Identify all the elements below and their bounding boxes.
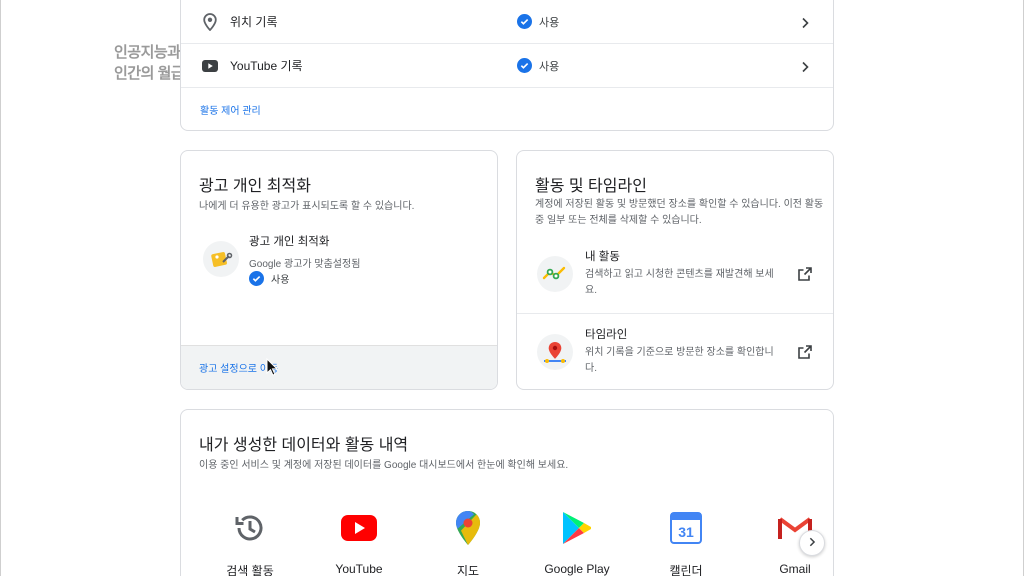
chevron-right-icon[interactable] xyxy=(799,16,811,28)
service-calendar[interactable]: 31 캘린더 xyxy=(641,510,731,576)
history-row-location[interactable]: 위치 기록 사용 xyxy=(181,0,833,44)
card-title: 내가 생성한 데이터와 활동 내역 xyxy=(199,437,409,454)
service-label: Gmail xyxy=(779,562,811,576)
ads-item-title: 광고 개인 최적화 xyxy=(249,236,330,248)
service-label: 검색 활동 xyxy=(226,564,274,576)
watermark-line-1: 인공지능과 xyxy=(114,44,181,61)
service-google-play[interactable]: Google Play xyxy=(532,510,622,576)
maps-icon xyxy=(450,510,486,546)
service-label: 캘린더 xyxy=(669,564,703,576)
mouse-pointer-icon xyxy=(266,357,279,381)
scroll-next-button[interactable] xyxy=(799,530,825,556)
left-frame-edge xyxy=(0,0,1,576)
ads-item-description: Google 광고가 맞춤설정됨 xyxy=(249,259,361,270)
activity-item-description: 위치 기록을 기준으로 방문한 장소를 확인합니다. xyxy=(585,347,774,374)
card-title: 광고 개인 최적화 xyxy=(199,178,311,195)
history-row-status: 사용 xyxy=(517,58,559,74)
ads-item-status-text: 사용 xyxy=(271,275,290,286)
checkmark-icon xyxy=(517,58,532,73)
card-description: 계정에 저장된 활동 및 방문했던 장소를 확인할 수 있습니다. 이전 활동 … xyxy=(535,199,824,226)
manage-activity-controls-link[interactable]: 활동 제어 관리 xyxy=(200,102,261,117)
activity-item-title: 내 활동 xyxy=(585,251,620,263)
watermark-line-2: 인간의 월급 xyxy=(114,65,185,82)
history-row-status: 사용 xyxy=(517,14,559,30)
history-row-status-text: 사용 xyxy=(539,16,560,29)
service-label: Google Play xyxy=(544,562,610,576)
ad-tag-icon xyxy=(203,241,239,277)
calendar-icon: 31 xyxy=(668,510,704,546)
watermark: 인공지능과 인간의 월급 xyxy=(114,42,185,84)
data-and-activity-card: 내가 생성한 데이터와 활동 내역 이용 중인 서비스 및 계정에 저장된 데이… xyxy=(180,409,834,576)
service-youtube[interactable]: YouTube xyxy=(314,510,404,576)
activity-timeline-card: 활동 및 타임라인 계정에 저장된 활동 및 방문했던 장소를 확인할 수 있습… xyxy=(516,150,834,390)
card-description: 이용 중인 서비스 및 계정에 저장된 데이터를 Google 대시보드에서 한… xyxy=(199,460,569,471)
location-pin-icon xyxy=(201,12,219,31)
service-label: YouTube xyxy=(335,562,383,576)
ads-card-footer: 광고 설정으로 이동 xyxy=(181,345,497,389)
youtube-icon xyxy=(201,57,219,75)
google-play-icon xyxy=(559,510,595,546)
history-row-label: YouTube 기록 xyxy=(230,59,303,73)
my-activity-icon xyxy=(537,256,573,292)
ads-personalization-card: 광고 개인 최적화 나에게 더 유용한 광고가 표시되도록 할 수 있습니다. … xyxy=(180,150,498,390)
calendar-badge: 31 xyxy=(678,524,694,540)
my-activity-item[interactable]: 내 활동 검색하고 읽고 시청한 콘텐츠를 재발견해 보세요. xyxy=(517,236,833,314)
service-maps[interactable]: 지도 xyxy=(423,510,513,576)
checkmark-icon xyxy=(249,271,264,286)
open-external-icon[interactable] xyxy=(797,344,813,360)
ads-item-status: 사용 xyxy=(249,271,289,286)
history-row-status-text: 사용 xyxy=(539,60,560,73)
timeline-item[interactable]: 타임라인 위치 기록을 기준으로 방문한 장소를 확인합니다. xyxy=(517,314,833,389)
timeline-icon xyxy=(537,334,573,370)
checkmark-icon xyxy=(517,14,532,29)
card-title: 활동 및 타임라인 xyxy=(535,178,647,195)
history-settings-card: 위치 기록 사용 YouTube 기록 사용 활동 제어 관리 xyxy=(180,0,834,131)
service-search-activity[interactable]: 검색 활동 xyxy=(205,510,295,576)
search-history-icon xyxy=(232,510,268,546)
open-external-icon[interactable] xyxy=(797,266,813,282)
card-description: 나에게 더 유용한 광고가 표시되도록 할 수 있습니다. xyxy=(199,201,415,212)
chevron-right-icon[interactable] xyxy=(799,60,811,72)
chevron-right-icon xyxy=(807,534,817,552)
history-row-label: 위치 기록 xyxy=(230,15,278,29)
youtube-icon xyxy=(341,510,377,546)
activity-item-title: 타임라인 xyxy=(585,329,628,341)
activity-item-description: 검색하고 읽고 시청한 콘텐츠를 재발견해 보세요. xyxy=(585,269,774,296)
service-label: 지도 xyxy=(456,564,480,576)
history-row-youtube[interactable]: YouTube 기록 사용 xyxy=(181,44,833,88)
